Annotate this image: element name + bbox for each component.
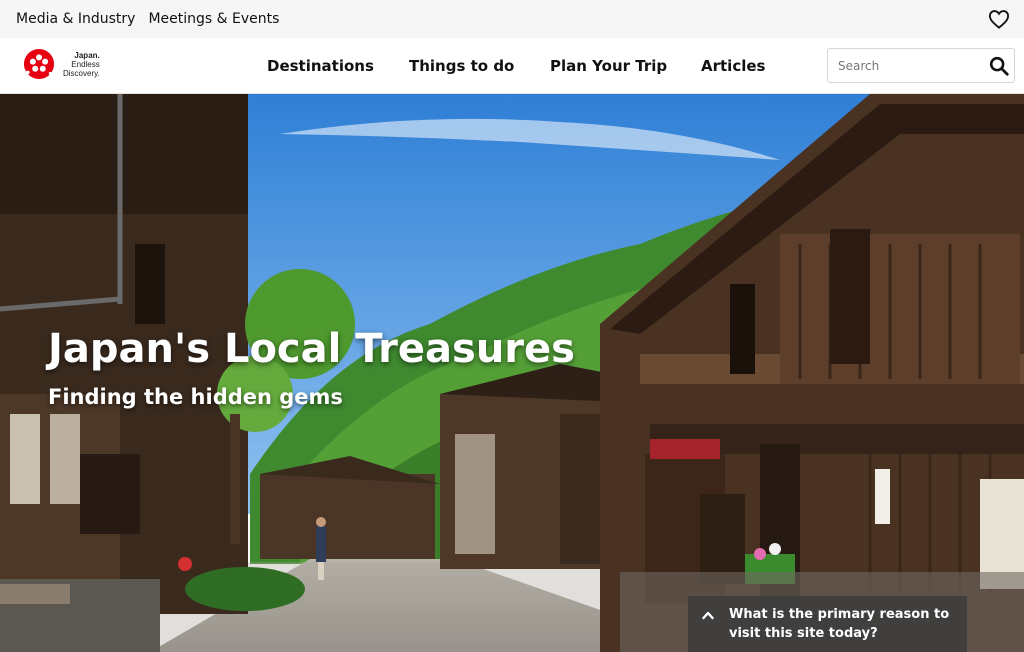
- site-logo[interactable]: Japan. Endless Discovery.: [20, 48, 100, 80]
- survey-question: What is the primary reason to visit this…: [729, 607, 950, 641]
- nav-destinations[interactable]: Destinations: [267, 57, 374, 75]
- hero-image: [0, 94, 1024, 652]
- search-icon[interactable]: [988, 55, 1010, 77]
- heart-icon[interactable]: [988, 9, 1010, 29]
- cherry-blossom-logo-icon: [23, 48, 55, 80]
- logo-wordmark: Japan. Endless Discovery.: [63, 51, 100, 78]
- nav-plan-your-trip[interactable]: Plan Your Trip: [550, 57, 667, 75]
- survey-prompt[interactable]: What is the primary reason to visit this…: [688, 596, 967, 652]
- logo-line-3: Discovery.: [63, 68, 100, 78]
- search-box: [827, 48, 1015, 83]
- meetings-events-link[interactable]: Meetings & Events: [148, 11, 279, 27]
- utility-bar: Media & Industry Meetings & Events: [0, 0, 1024, 38]
- main-navigation: Japan. Endless Discovery. Destinations T…: [0, 38, 1024, 94]
- logo-line-2: Endless: [71, 59, 100, 69]
- search-input[interactable]: [828, 49, 986, 82]
- chevron-up-icon: [702, 611, 714, 620]
- logo-line-1: Japan.: [74, 50, 100, 60]
- nav-things-to-do[interactable]: Things to do: [409, 57, 514, 75]
- media-industry-link[interactable]: Media & Industry: [16, 11, 135, 27]
- nav-articles[interactable]: Articles: [701, 57, 765, 75]
- hero-banner[interactable]: Japan's Local Treasures Finding the hidd…: [0, 94, 1024, 652]
- hero-subtitle: Finding the hidden gems: [48, 385, 343, 409]
- hero-title: Japan's Local Treasures: [48, 326, 575, 372]
